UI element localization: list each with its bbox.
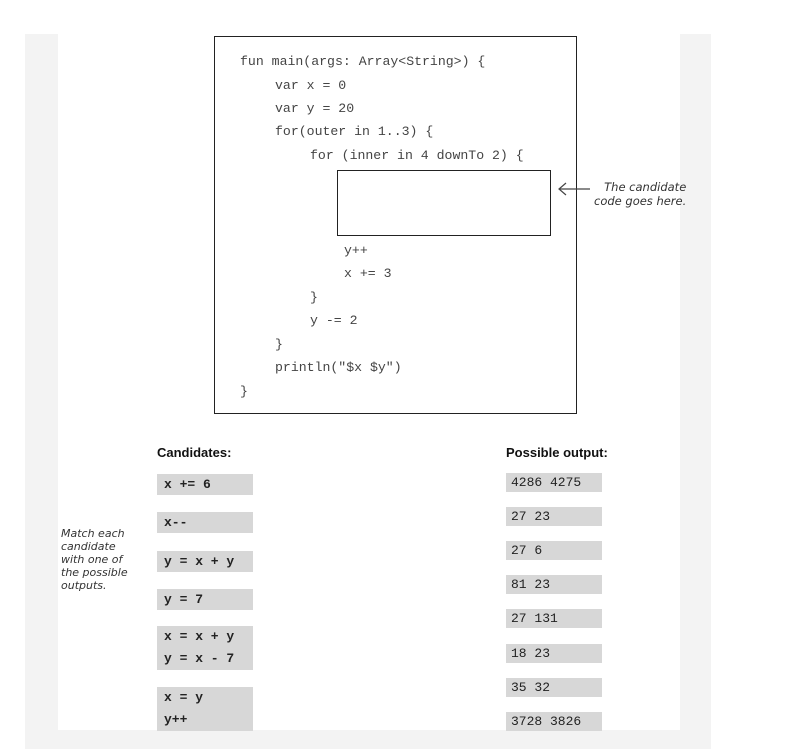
code-line-7: x += 3 (344, 266, 392, 281)
candidate-item: x = x + y y = x - 7 (157, 626, 253, 670)
candidate-item: x-- (157, 512, 253, 533)
arrow-left-icon (558, 182, 590, 196)
output-item: 27 6 (506, 541, 602, 560)
output-item: 4286 4275 (506, 473, 602, 492)
candidate-item: x = y y++ (157, 687, 253, 731)
code-line-12: } (240, 384, 248, 399)
output-item: 3728 3826 (506, 712, 602, 731)
candidate-slot (337, 170, 551, 236)
code-line-5: for (inner in 4 downTo 2) { (310, 148, 524, 163)
output-item: 81 23 (506, 575, 602, 594)
output-item: 35 32 (506, 678, 602, 697)
outputs-heading: Possible output: (506, 445, 608, 460)
output-item: 27 131 (506, 609, 602, 628)
code-line-6: y++ (344, 243, 368, 258)
slot-note: The candidate code goes here. (594, 180, 687, 208)
code-line-2: var x = 0 (275, 78, 347, 93)
candidate-item: x += 6 (157, 474, 253, 495)
code-line-9: y -= 2 (310, 313, 358, 328)
code-line-1: fun main(args: Array<String>) { (240, 54, 486, 69)
output-item: 18 23 (506, 644, 602, 663)
code-line-11: println("$x $y") (275, 360, 402, 375)
code-line-10: } (275, 337, 283, 352)
match-note: Match each candidate with one of the pos… (61, 527, 128, 592)
code-line-3: var y = 20 (275, 101, 355, 116)
candidates-heading: Candidates: (157, 445, 232, 460)
output-item: 27 23 (506, 507, 602, 526)
code-line-4: for(outer in 1..3) { (275, 124, 434, 139)
candidate-item: y = x + y (157, 551, 253, 572)
candidate-item: y = 7 (157, 589, 253, 610)
code-line-8: } (310, 290, 318, 305)
